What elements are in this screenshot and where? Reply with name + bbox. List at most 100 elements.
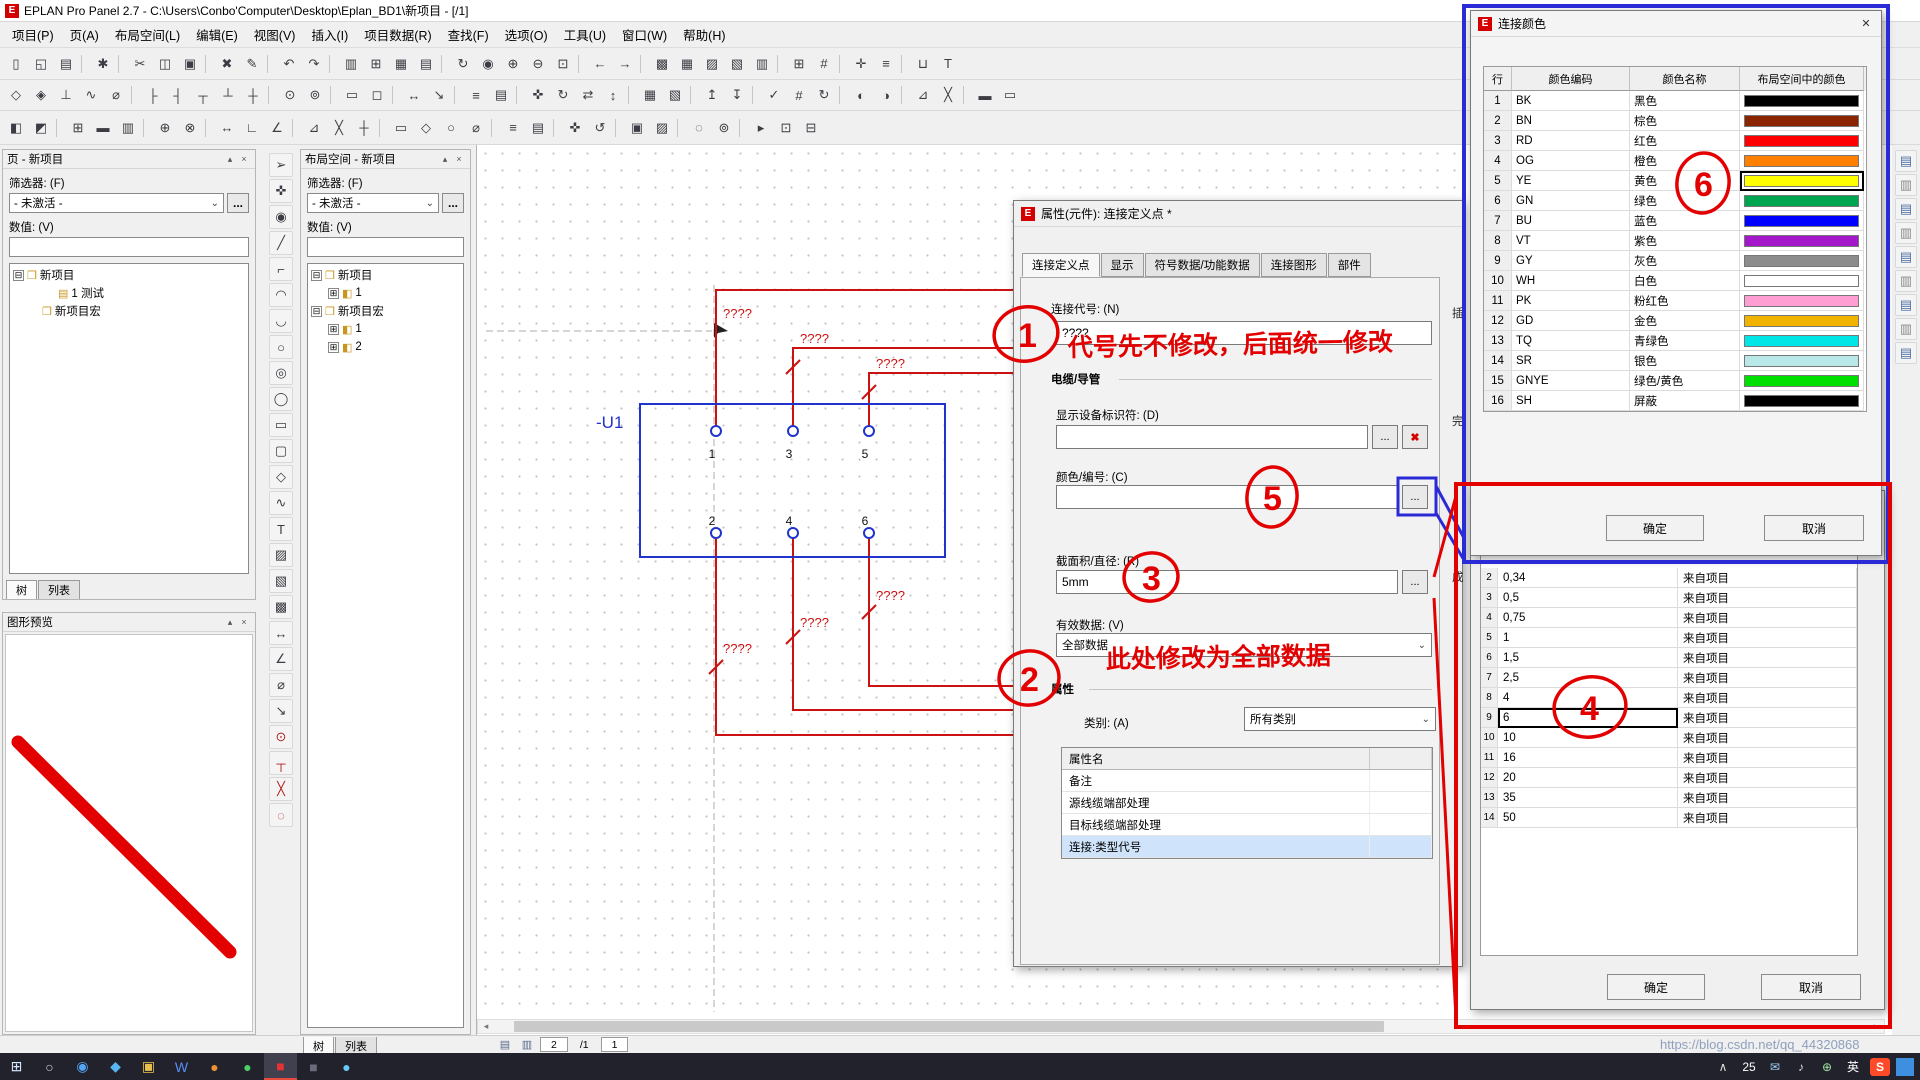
ellipse-tool-icon[interactable]: ◯: [269, 387, 293, 411]
filter-select[interactable]: - 未激活 - ⌄: [307, 193, 439, 213]
rectangle-tool-icon[interactable]: ▭: [269, 413, 293, 437]
menu-project[interactable]: 项目(P): [4, 22, 62, 47]
tree-node-macro-project[interactable]: ⊟ ❒ 新项目宏: [308, 302, 463, 320]
value-input[interactable]: [307, 237, 464, 257]
color-swatch-cell[interactable]: [1740, 251, 1864, 271]
property-row[interactable]: 备注: [1062, 770, 1432, 792]
cable-duct-icon[interactable]: ▥: [116, 116, 140, 140]
toolbar-icon[interactable]: [441, 55, 448, 73]
polygon-tool-icon[interactable]: ◇: [269, 465, 293, 489]
cancel-button[interactable]: 取消: [1764, 515, 1864, 541]
close-panel-icon[interactable]: ×: [237, 152, 251, 166]
qq-icon[interactable]: ●: [330, 1053, 363, 1080]
toolbar-icon[interactable]: [901, 55, 908, 73]
mesh-icon[interactable]: #: [787, 83, 811, 107]
structure-box-icon[interactable]: ▭: [340, 83, 364, 107]
toolbar-icon[interactable]: [205, 119, 212, 137]
tree-node-project[interactable]: ⊟ ❒ 新项目: [308, 266, 463, 284]
filter-select[interactable]: - 未激活 - ⌄: [9, 193, 224, 213]
cross-section-row[interactable]: 12 20 来自项目: [1481, 768, 1857, 788]
toolbar-icon[interactable]: [330, 86, 337, 104]
color-swatch-cell[interactable]: [1740, 171, 1864, 191]
toolbar-icon[interactable]: [839, 86, 846, 104]
property-row[interactable]: 目标线缆端部处理: [1062, 814, 1432, 836]
tree-expander-icon[interactable]: ⊟: [311, 270, 322, 281]
tree-node-macro-space-2[interactable]: ⊞ ◧ 2: [308, 338, 463, 356]
property-row[interactable]: 连接:类型代号: [1062, 836, 1432, 858]
dimension-icon[interactable]: ↔: [402, 83, 426, 107]
image-tool-icon[interactable]: ▨: [269, 543, 293, 567]
tab-display[interactable]: 显示: [1101, 253, 1144, 277]
menu-utilities[interactable]: 工具(U): [556, 22, 614, 47]
view-cube-icon[interactable]: ◩: [29, 116, 53, 140]
update-icon[interactable]: ↻: [812, 83, 836, 107]
connection-code-input[interactable]: [1056, 321, 1432, 345]
color-swatch-cell[interactable]: [1740, 91, 1864, 111]
rotate-tool-icon[interactable]: ↺: [588, 116, 612, 140]
cancel-button[interactable]: 取消: [1761, 974, 1861, 1000]
delete-icon[interactable]: ✖: [215, 52, 239, 76]
menu-edit[interactable]: 编辑(E): [188, 22, 246, 47]
color-swatch-cell[interactable]: [1740, 271, 1864, 291]
move-tool-icon[interactable]: ✜: [563, 116, 587, 140]
color-swatch-cell[interactable]: [1740, 131, 1864, 151]
tab-connection-graphic[interactable]: 连接图形: [1261, 253, 1327, 277]
toolbar-icon[interactable]: [739, 119, 746, 137]
grid-display-icon[interactable]: #: [812, 52, 836, 76]
cross-section-row[interactable]: 3 0,5 来自项目: [1481, 588, 1857, 608]
tree-expander-icon[interactable]: [44, 288, 55, 299]
grid-large-icon[interactable]: ▨: [700, 52, 724, 76]
color-row[interactable]: 14 SR 银色: [1484, 351, 1866, 371]
play-icon[interactable]: ▸: [749, 116, 773, 140]
grid-extra-icon[interactable]: ▧: [725, 52, 749, 76]
list-icon[interactable]: ≡: [501, 116, 525, 140]
snap-grid-icon[interactable]: ⊞: [787, 52, 811, 76]
diameter-icon[interactable]: ⌀: [464, 116, 488, 140]
group-icon[interactable]: ▦: [638, 83, 662, 107]
corner-icon[interactable]: ∟: [240, 116, 264, 140]
properties-icon[interactable]: ▤: [489, 83, 513, 107]
browser-icon[interactable]: ◉: [66, 1053, 99, 1080]
tab-tree[interactable]: 树: [6, 580, 37, 599]
search-button[interactable]: ○: [33, 1053, 66, 1080]
color-swatch-cell[interactable]: [1740, 291, 1864, 311]
cross-section-browse-button[interactable]: ...: [1402, 570, 1428, 594]
tree-node-macro-space-1[interactable]: ⊞ ◧ 1: [308, 320, 463, 338]
pin-panel-icon[interactable]: ▴: [223, 615, 237, 629]
cross-node-icon[interactable]: ┼: [241, 83, 265, 107]
terminal-icon[interactable]: ⊥: [54, 83, 78, 107]
tree-expander-icon[interactable]: ⊞: [328, 288, 339, 299]
color-row[interactable]: 16 SH 屏蔽: [1484, 391, 1866, 411]
color-swatch-cell[interactable]: [1740, 371, 1864, 391]
toolbar-icon[interactable]: [205, 55, 212, 73]
select-tool-icon[interactable]: ➢: [269, 153, 293, 177]
toolbar-icon[interactable]: [628, 86, 635, 104]
bring-front-icon[interactable]: ↥: [700, 83, 724, 107]
zoom-window-icon[interactable]: ⊡: [551, 52, 575, 76]
color-row[interactable]: 4 OG 橙色: [1484, 151, 1866, 171]
tab-connection-def-point[interactable]: 连接定义点: [1022, 253, 1100, 277]
circle-tool-icon[interactable]: ○: [439, 116, 463, 140]
line-tool-icon[interactable]: ╱: [269, 231, 293, 255]
new-page-icon[interactable]: ▯: [4, 52, 28, 76]
toolbar-icon[interactable]: [268, 86, 275, 104]
toolbar-icon[interactable]: [777, 55, 784, 73]
menu-view[interactable]: 视图(V): [246, 22, 304, 47]
color-row[interactable]: 5 YE 黄色: [1484, 171, 1866, 191]
drill-icon[interactable]: ⊕: [153, 116, 177, 140]
align-icon[interactable]: ✛: [849, 52, 873, 76]
break-point-tool-icon[interactable]: ╳: [269, 777, 293, 801]
color-row[interactable]: 8 VT 紫色: [1484, 231, 1866, 251]
toolbar-icon[interactable]: [143, 119, 150, 137]
toolbar-icon[interactable]: [392, 86, 399, 104]
pin-panel-icon[interactable]: ▴: [223, 152, 237, 166]
property-row[interactable]: 源线缆端部处理: [1062, 792, 1432, 814]
arc-tool-icon[interactable]: ◠: [269, 283, 293, 307]
cross-section-row[interactable]: 7 2,5 来自项目: [1481, 668, 1857, 688]
open-project-icon[interactable]: ◱: [29, 52, 53, 76]
polyline-tool-icon[interactable]: ⌐: [269, 257, 293, 281]
color-row[interactable]: 11 PK 粉红色: [1484, 291, 1866, 311]
mounting-rail-icon[interactable]: ▬: [91, 116, 115, 140]
refresh-icon[interactable]: ↻: [451, 52, 475, 76]
zoom-area-icon[interactable]: ◉: [269, 205, 293, 229]
